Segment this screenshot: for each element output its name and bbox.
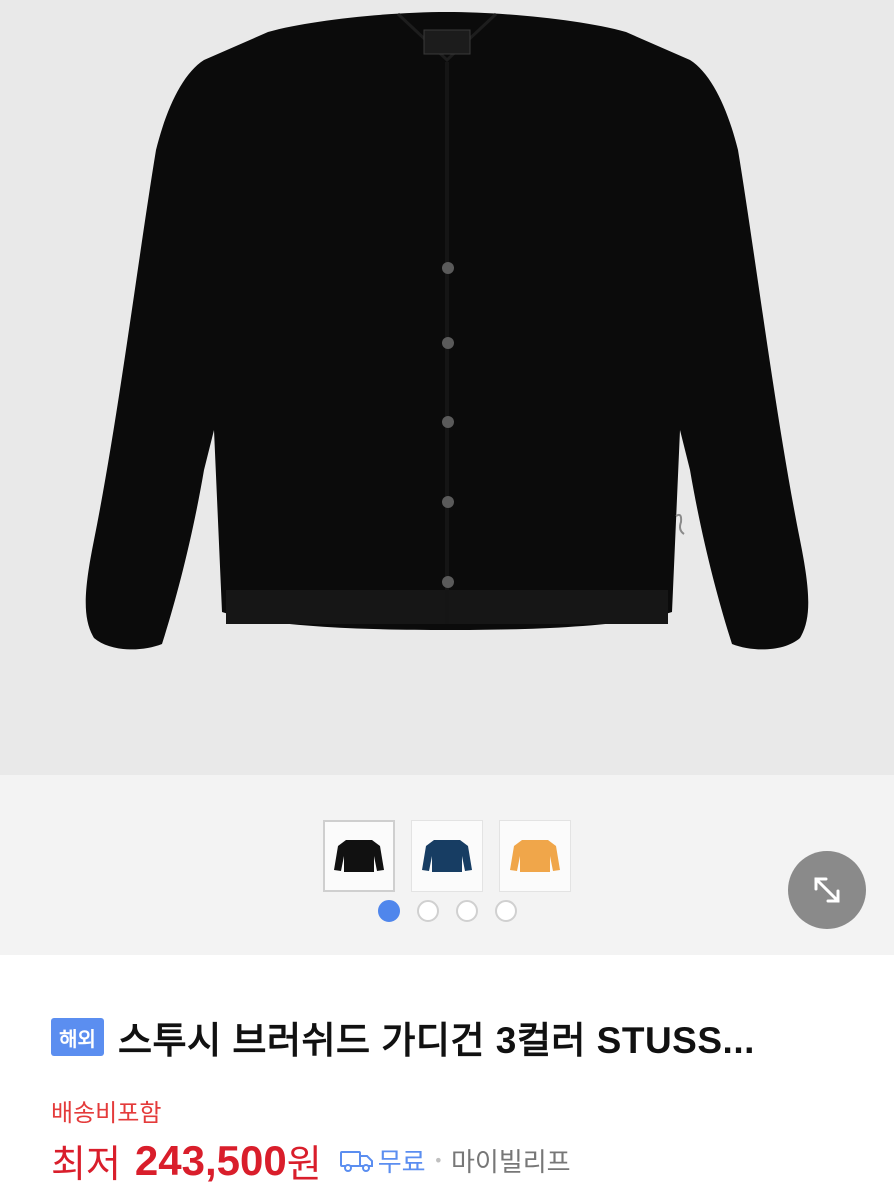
pagination-dot-4[interactable] [495,900,517,922]
lowest-price-label: 최저 [51,1144,121,1186]
orange-cardigan-thumbnail[interactable] [499,820,571,892]
free-delivery-label: 무료 [377,1147,426,1177]
main-product-image[interactable] [0,0,894,775]
thumbnail-list [323,820,571,892]
thumbnail-cardigan-icon [334,840,384,872]
thumbnail-cardigan-icon [510,840,560,872]
product-title[interactable]: 스투시 브러쉬드 가디건 3컬러 STUSS... [118,1010,755,1064]
thumbnail-strip [0,775,894,955]
black-cardigan-photo [85,12,809,650]
thumbnail-cardigan-icon [422,840,472,872]
price-unit: 원 [286,1144,322,1186]
overseas-badge: 해외 [51,1018,104,1056]
product-title-row[interactable]: 해외 스투시 브러쉬드 가디건 3컬러 STUSS... [51,1010,755,1064]
price-value: 243,500 [134,1136,287,1184]
pagination-dots [378,900,517,922]
expand-diagonal-icon [814,877,840,903]
black-cardigan-thumbnail[interactable] [323,820,395,892]
shipping-included-label: 배송비포함 [51,1100,162,1127]
seller-name[interactable]: 마이빌리프 [451,1142,571,1179]
pagination-dot-1[interactable] [378,900,400,922]
pagination-dot-2[interactable] [417,900,439,922]
product-info: 해외 스투시 브러쉬드 가디건 3컬러 STUSS... 배송비포함 최저 24… [0,955,894,1200]
navy-cardigan-thumbnail[interactable] [411,820,483,892]
price-row: 최저 243,500 원 무료 • 마이빌리프 [51,1133,571,1188]
truck-icon [339,1148,374,1174]
pagination-dot-3[interactable] [456,900,478,922]
separator-dot: • [433,1151,443,1170]
expand-image-button[interactable] [788,851,866,929]
